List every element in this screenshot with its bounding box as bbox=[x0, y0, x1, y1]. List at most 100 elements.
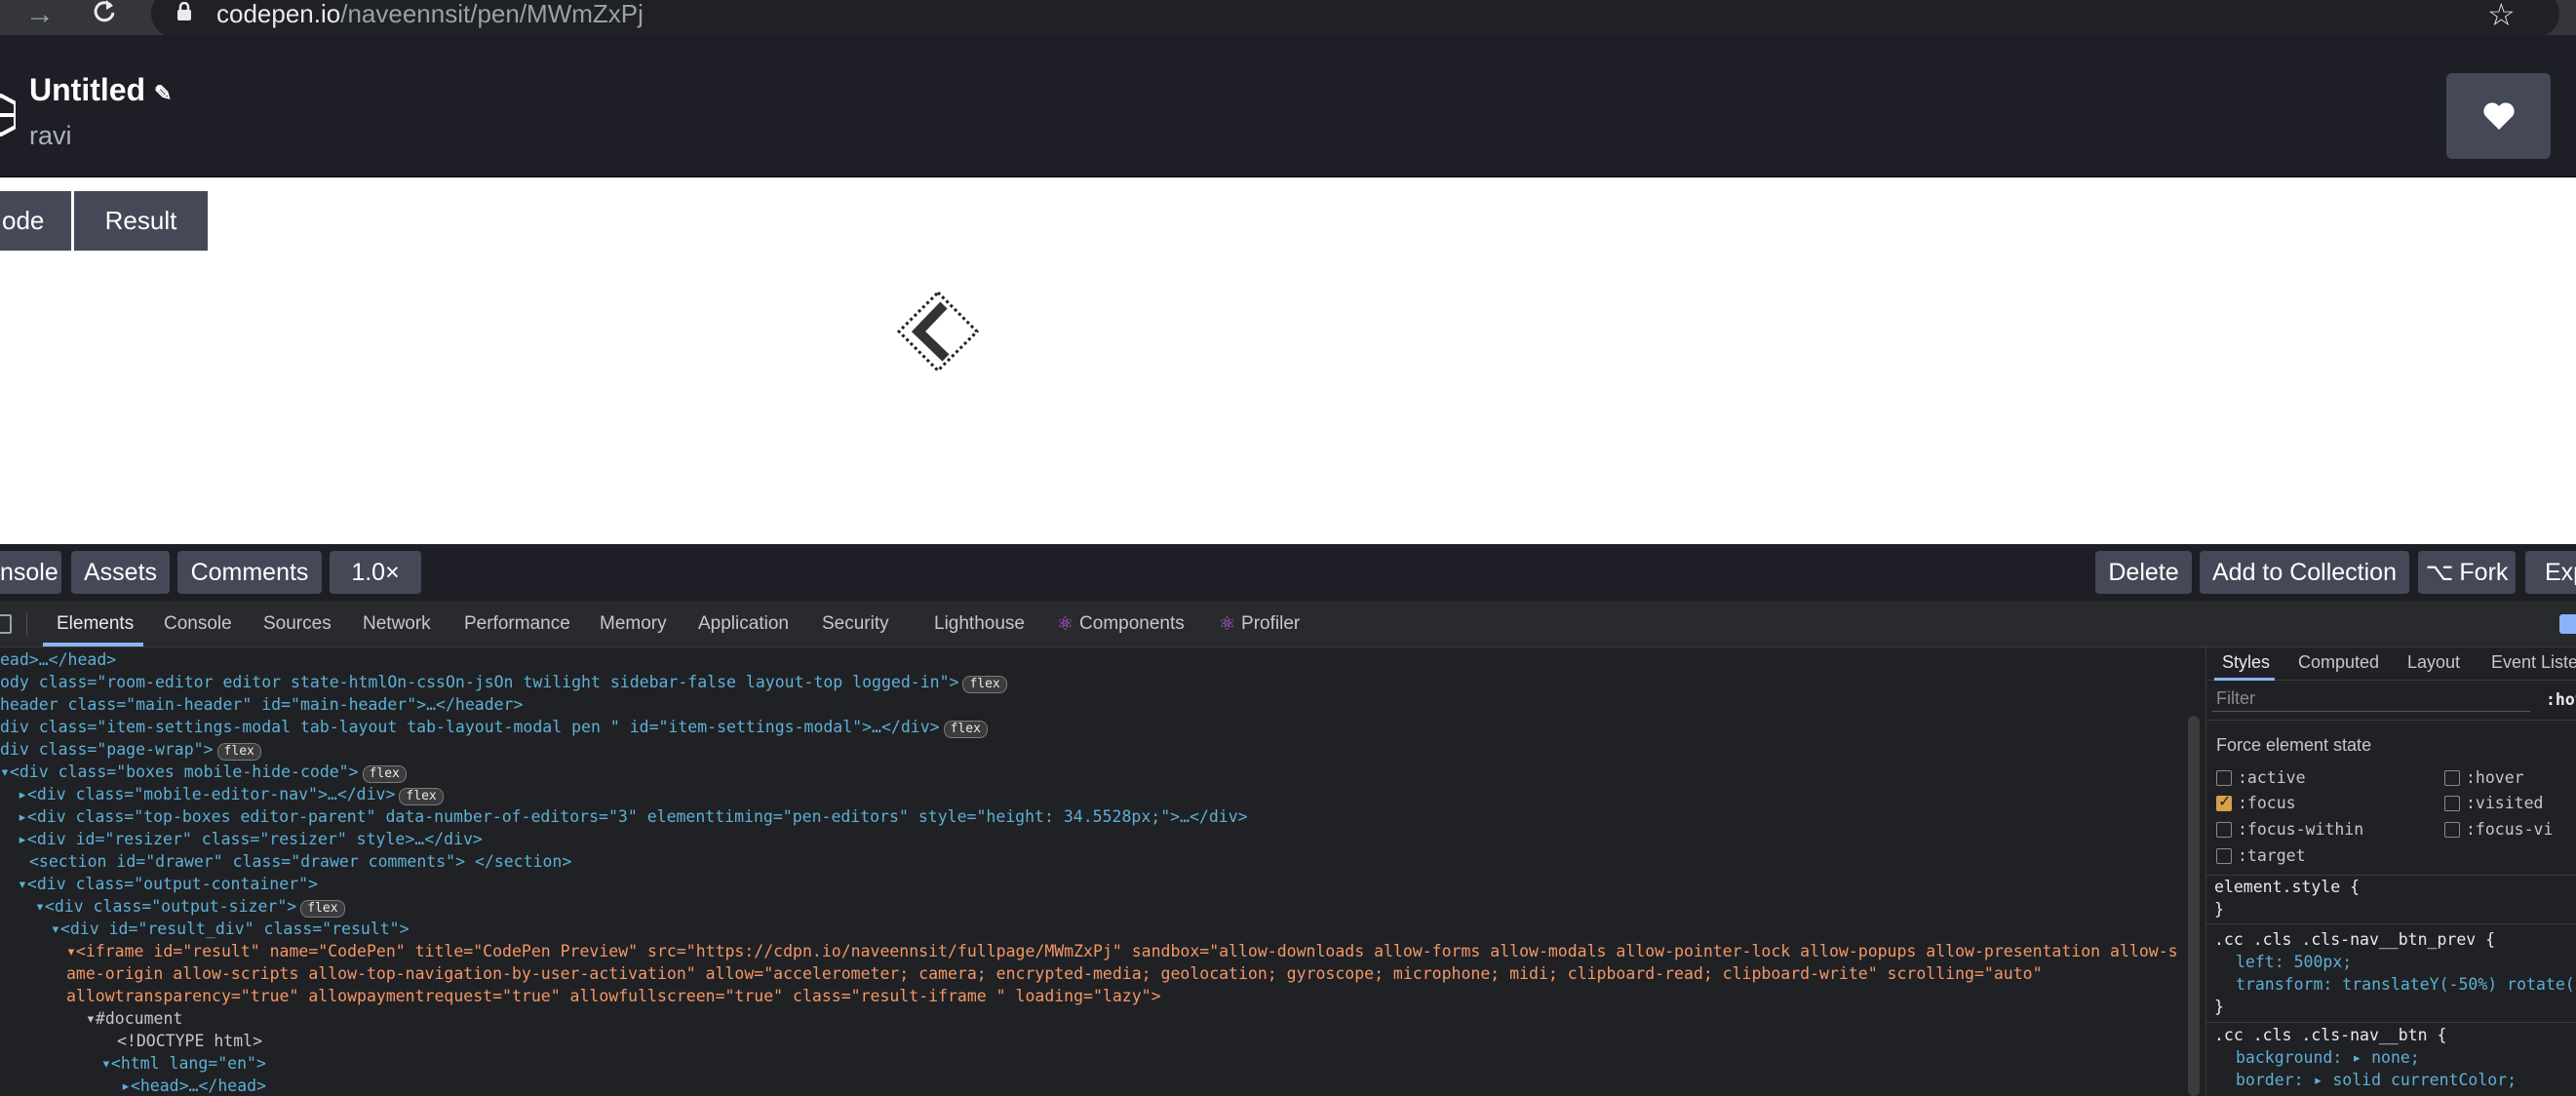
filter-input[interactable] bbox=[2212, 686, 2530, 712]
dom-line-text: ▾<iframe id="result" name="CodePen" titl… bbox=[66, 942, 2178, 960]
tab-elements[interactable]: Elements bbox=[57, 601, 134, 647]
dom-line-text: ead>…</head> bbox=[0, 650, 117, 669]
dom-line[interactable]: ▸<div class="top-boxes editor-parent" da… bbox=[18, 805, 1248, 828]
url-host: codepen.io bbox=[216, 0, 341, 28]
dom-line-text: ▾#document bbox=[86, 1009, 183, 1028]
focus-within-checkbox[interactable] bbox=[2216, 822, 2232, 838]
dom-line[interactable]: <section id="drawer" class="drawer comme… bbox=[29, 850, 571, 873]
flex-badge[interactable]: flex bbox=[216, 743, 261, 761]
sidebar-tab-styles[interactable]: Styles bbox=[2222, 652, 2270, 673]
dom-line[interactable]: header class="main-header" id="main-head… bbox=[0, 693, 523, 716]
tab-console[interactable]: Console bbox=[164, 601, 232, 647]
force-state-title: Force element state bbox=[2216, 735, 2372, 755]
target-label: :target bbox=[2238, 846, 2306, 865]
dom-line[interactable]: ▾<div class="output-container"> bbox=[18, 873, 318, 895]
lock-icon[interactable] bbox=[176, 2, 193, 21]
tab-result[interactable]: Result bbox=[74, 191, 208, 251]
flex-badge[interactable]: flex bbox=[962, 676, 1007, 693]
dom-line[interactable]: div class="item-settings-modal tab-layou… bbox=[0, 716, 988, 738]
sidebar-tab-layout[interactable]: Layout bbox=[2407, 652, 2460, 673]
flex-badge[interactable]: flex bbox=[300, 900, 345, 918]
style-property[interactable]: transform: translateY(-50%) rotate( bbox=[2236, 975, 2575, 994]
dom-line[interactable]: ead>…</head> bbox=[0, 648, 116, 671]
device-toggle-icon[interactable] bbox=[0, 614, 12, 634]
style-rule-line[interactable]: element.style { bbox=[2214, 878, 2360, 896]
dom-line-text: ▸<head>…</head> bbox=[121, 1076, 267, 1095]
scrollbar[interactable] bbox=[2188, 716, 2200, 1096]
hover-label: :hover bbox=[2466, 768, 2524, 787]
dom-line[interactable]: ▸<div class="mobile-editor-nav">…</div> f… bbox=[18, 783, 444, 805]
star-icon[interactable]: ☆ bbox=[2487, 0, 2516, 33]
assets-button[interactable]: Assets bbox=[71, 551, 170, 594]
reload-icon[interactable] bbox=[92, 0, 117, 27]
dom-line-text: ▾<html lang="en"> bbox=[101, 1054, 266, 1073]
feedback-icon[interactable] bbox=[2559, 614, 2576, 634]
dom-line[interactable]: allowtransparency="true" allowpaymentreq… bbox=[66, 985, 1161, 1007]
dom-line[interactable]: ody class="room-editor editor state-html… bbox=[0, 671, 1007, 693]
dom-line[interactable]: ▾<html lang="en"> bbox=[101, 1052, 266, 1075]
dom-line[interactable]: ▸<div id="resizer" class="resizer" style… bbox=[18, 828, 483, 850]
dom-line[interactable]: ▾<div id="result_div" class="result"> bbox=[51, 918, 410, 940]
dom-line[interactable]: ▾<div class="output-sizer"> flex bbox=[35, 895, 345, 918]
pen-owner[interactable]: ravi bbox=[29, 121, 72, 151]
sidebar-tab-computed[interactable]: Computed bbox=[2298, 652, 2379, 673]
check-icon: ✓ bbox=[2218, 794, 2232, 810]
codepen-logo-icon[interactable] bbox=[0, 94, 16, 137]
fork-button[interactable]: ⌥ Fork bbox=[2418, 551, 2516, 594]
elements-tree[interactable]: ead>…</head> ody class="room-editor edit… bbox=[0, 647, 2205, 1096]
flex-badge[interactable]: flex bbox=[399, 788, 444, 805]
style-selector[interactable]: .cc .cls .cls-nav__btn_prev { bbox=[2214, 930, 2495, 949]
console-button[interactable]: nsole bbox=[0, 551, 61, 594]
hov-toggle[interactable]: :hov bbox=[2546, 690, 2576, 709]
tab-lighthouse[interactable]: Lighthouse bbox=[934, 601, 1025, 647]
pen-title[interactable]: Untitled ✎ bbox=[29, 72, 172, 108]
style-property[interactable]: background: ▸ none; bbox=[2236, 1048, 2420, 1067]
style-property[interactable]: border: ▸ solid currentColor; bbox=[2236, 1071, 2517, 1089]
flex-badge[interactable]: flex bbox=[362, 765, 407, 783]
tab-application[interactable]: Application bbox=[698, 601, 789, 647]
dom-line[interactable]: <!DOCTYPE html> bbox=[117, 1030, 262, 1052]
tab-sources[interactable]: Sources bbox=[263, 601, 332, 647]
dom-line-text: ame-origin allow-scripts allow-top-navig… bbox=[66, 964, 2043, 983]
focus-visible-label: :focus-vi bbox=[2466, 820, 2554, 839]
dom-line[interactable]: ame-origin allow-scripts allow-top-navig… bbox=[66, 962, 2043, 985]
dom-line[interactable]: ▾#document bbox=[86, 1007, 182, 1030]
dom-line[interactable]: ▾<div class="boxes mobile-hide-code"> fle… bbox=[0, 761, 407, 783]
forward-icon[interactable]: → bbox=[25, 0, 55, 31]
url-text[interactable]: codepen.io/naveennsit/pen/MWmZxPj bbox=[216, 0, 644, 29]
tab-code[interactable]: ode bbox=[0, 191, 71, 251]
dom-line-text: div class="item-settings-modal tab-layou… bbox=[0, 718, 940, 736]
export-button[interactable]: Exp bbox=[2525, 551, 2576, 594]
style-rule-line: } bbox=[2214, 900, 2224, 919]
sidebar-tab-event-listeners[interactable]: Event Liste bbox=[2491, 652, 2576, 673]
hover-checkbox[interactable] bbox=[2444, 770, 2460, 786]
flex-badge[interactable]: flex bbox=[943, 721, 988, 738]
pencil-icon[interactable]: ✎ bbox=[154, 81, 172, 105]
tab-components[interactable]: ⚛ Components bbox=[1057, 601, 1185, 647]
style-property[interactable]: left: 500px; bbox=[2236, 953, 2352, 971]
comments-button[interactable]: Comments bbox=[177, 551, 322, 594]
style-selector[interactable]: .cc .cls .cls-nav__btn { bbox=[2214, 1026, 2446, 1044]
tab-memory[interactable]: Memory bbox=[600, 601, 667, 647]
active-checkbox[interactable] bbox=[2216, 770, 2232, 786]
prev-nav-button[interactable] bbox=[895, 289, 981, 374]
delete-button[interactable]: Delete bbox=[2095, 551, 2192, 594]
focus-visible-checkbox[interactable] bbox=[2444, 822, 2460, 838]
tab-security[interactable]: Security bbox=[822, 601, 889, 647]
target-checkbox[interactable] bbox=[2216, 848, 2232, 864]
tab-network[interactable]: Network bbox=[363, 601, 431, 647]
selected-sidebar-tab-indicator bbox=[2214, 678, 2275, 681]
tab-performance[interactable]: Performance bbox=[464, 601, 570, 647]
dom-line[interactable]: ▾<iframe id="result" name="CodePen" titl… bbox=[66, 940, 2178, 962]
visited-checkbox[interactable] bbox=[2444, 796, 2460, 811]
zoom-button[interactable]: 1.0× bbox=[330, 551, 421, 594]
dom-line[interactable]: div class="page-wrap"> flex bbox=[0, 738, 261, 761]
tab-profiler[interactable]: ⚛ Profiler bbox=[1219, 601, 1300, 647]
like-button[interactable] bbox=[2446, 73, 2551, 159]
react-icon: ⚛ bbox=[1219, 613, 1236, 635]
codepen-header bbox=[0, 35, 2576, 177]
add-to-collection-button[interactable]: Add to Collection bbox=[2200, 551, 2409, 594]
dom-line-text: <!DOCTYPE html> bbox=[117, 1032, 263, 1050]
dom-line[interactable]: ▸<head>…</head> bbox=[121, 1075, 266, 1096]
divider bbox=[2206, 875, 2576, 876]
